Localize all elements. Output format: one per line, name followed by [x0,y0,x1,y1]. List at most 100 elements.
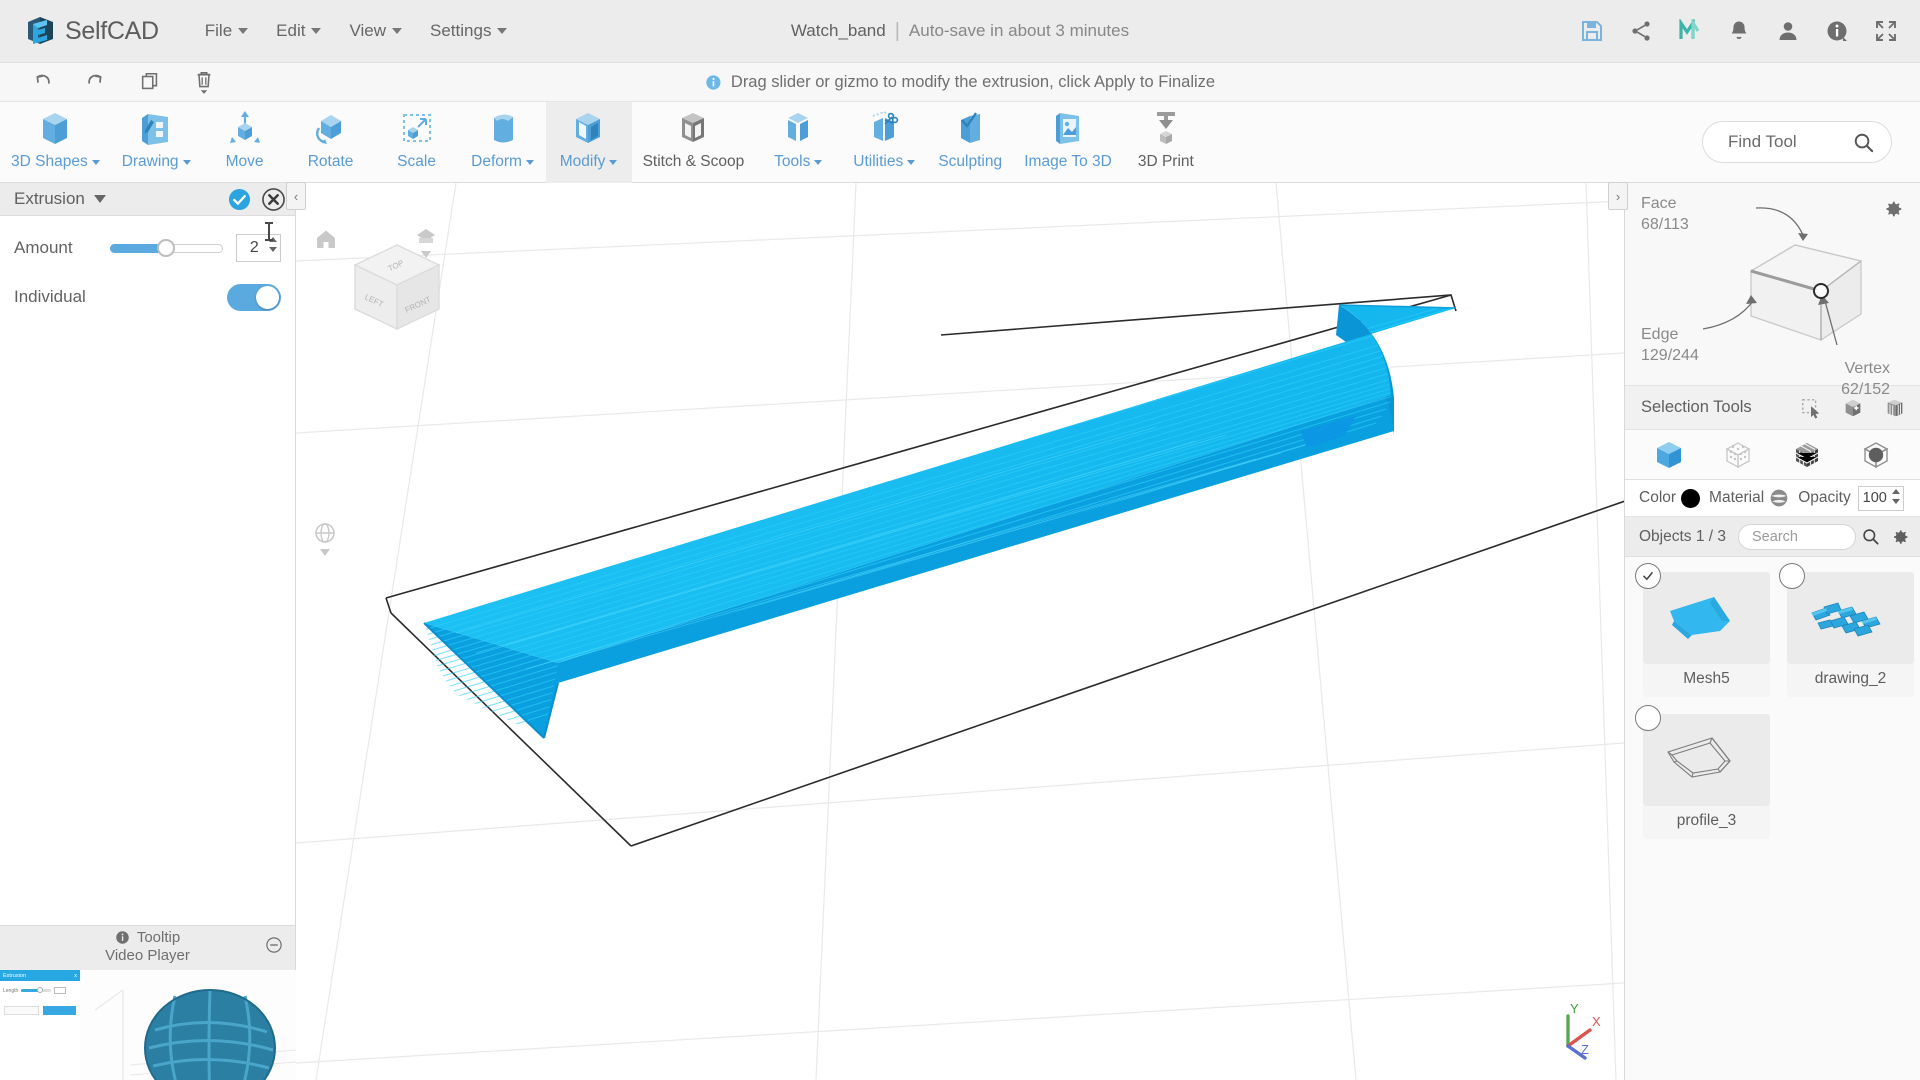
notifications-bell-icon[interactable] [1727,19,1751,43]
tool-sculpting[interactable]: Sculpting [927,102,1013,183]
gear-icon[interactable] [1890,527,1910,547]
color-swatch[interactable] [1681,488,1701,508]
menu-edit[interactable]: Edit [262,15,335,47]
amount-slider[interactable] [109,239,223,257]
tool-3d-print[interactable]: 3D Print [1123,102,1209,183]
menu-view[interactable]: View [335,15,416,47]
selection-mode-bar [1625,430,1920,480]
chevron-down-icon [609,159,618,165]
rectangle-select-icon[interactable] [1800,397,1822,419]
minimize-icon[interactable] [265,936,283,954]
object-name: drawing_2 [1787,664,1914,697]
opacity-input[interactable] [1858,490,1891,506]
tool-move[interactable]: Move [202,102,288,183]
stepper-up-icon[interactable] [1891,488,1900,494]
menu-settings-label: Settings [430,21,492,40]
fullscreen-icon[interactable] [1874,19,1898,43]
video-panel-title: Extrusion [3,972,26,979]
vertex-label: Vertex [1844,360,1890,377]
stepper-down-icon[interactable] [269,247,277,252]
object-card-profile3[interactable]: profile_3 [1635,705,1770,839]
objects-count-label: Objects 1 / 3 [1639,527,1727,545]
tool-modify[interactable]: Modify [545,102,632,183]
chevron-down-icon [497,28,508,34]
tool-label: Modify [560,153,618,171]
3d-viewport[interactable]: TOP LEFT FRONT Y X Z [296,183,1624,1080]
project-title[interactable]: Watch_band [791,21,886,41]
tool-scale[interactable]: Scale [374,102,460,183]
tool-drawing[interactable]: Drawing [111,102,202,183]
video-panel-header: Extrusion x [0,970,80,981]
gear-icon[interactable] [1882,198,1904,220]
video-tool-panel: Extrusion x Length [0,970,80,1080]
delete-button[interactable] [186,67,222,97]
undo-button[interactable] [24,67,60,97]
objects-search-input[interactable] [1752,528,1856,545]
face-mode-icon[interactable] [1791,439,1823,471]
undo-icon [36,74,50,84]
amount-input[interactable] [237,239,272,257]
edge-mode-icon[interactable] [1860,439,1892,471]
save-icon[interactable] [1580,19,1604,43]
stepper-down-icon[interactable] [1891,498,1900,504]
tutorial-video[interactable]: Extrusion x Length [0,970,296,1080]
object-thumbnail [1779,563,1914,664]
object-selected-checkbox[interactable] [1635,563,1661,589]
object-card-drawing2[interactable]: drawing_2 [1779,563,1914,697]
slider-handle[interactable] [156,239,175,257]
face-value: 68/113 [1641,216,1689,233]
find-tool-search[interactable]: Find Tool [1702,121,1892,163]
app-logo[interactable]: SelfCAD [24,14,159,48]
tool-label: Image To 3D [1024,153,1112,171]
axis-label-y: Y [1570,1001,1579,1016]
object-card-mesh5[interactable]: Mesh5 [1635,563,1770,697]
tool-3d-shapes[interactable]: 3D Shapes [0,102,111,183]
collapse-left-panel-handle[interactable]: ‹ [286,182,306,210]
tool-stitch-and-scoop[interactable]: Stitch & Scoop [632,102,756,183]
copy-button[interactable] [132,67,168,97]
tool-rotate[interactable]: Rotate [288,102,374,183]
tool-image-to-3d[interactable]: Image To 3D [1013,102,1123,183]
tool-label: Utilities [853,153,916,171]
object-selected-checkbox[interactable] [1779,563,1805,589]
apply-button[interactable] [228,188,251,211]
share-icon[interactable] [1629,19,1653,43]
amount-stepper[interactable] [236,234,281,262]
menu-file[interactable]: File [191,15,262,47]
home-view-icon[interactable] [314,227,338,251]
video-panel-slider [21,987,52,993]
info-icon[interactable] [1825,19,1849,43]
tool-label: Drawing [122,153,191,171]
user-account-icon[interactable] [1776,19,1800,43]
topology-edge: Edge 129/244 [1641,324,1699,366]
stitch-scoop-icon [673,107,713,151]
tool-sculpting-label: Sculpting [938,153,1003,170]
edge-value: 129/244 [1641,347,1699,364]
camera-view-icon[interactable] [413,225,439,265]
material-sphere-icon[interactable] [1769,488,1789,508]
opacity-stepper[interactable] [1857,485,1904,511]
selection-tools-label: Selection Tools [1641,398,1752,416]
tool-utilities[interactable]: Utilities [841,102,927,183]
vertex-mode-icon[interactable] [1722,439,1754,471]
opacity-stepper-arrows[interactable] [1891,488,1900,504]
tool-label: 3D Print [1138,153,1194,171]
object-selected-checkbox[interactable] [1635,705,1661,731]
menu-settings[interactable]: Settings [416,15,521,47]
objects-search[interactable] [1738,523,1857,550]
collapse-right-panel-handle[interactable]: › [1608,182,1628,210]
search-icon[interactable] [1861,527,1880,546]
magic-m-icon[interactable] [1678,19,1702,43]
object-mode-icon[interactable] [1653,439,1685,471]
tool-tools[interactable]: Tools [755,102,841,183]
tool-deform[interactable]: Deform [460,102,546,183]
info-icon [116,931,129,944]
axis-label-x: X [1592,1014,1601,1029]
orbit-view-icon[interactable] [312,521,338,561]
cancel-button[interactable] [262,187,285,211]
history-toolbar: Drag slider or gizmo to modify the extru… [0,63,1920,102]
chevron-down-icon [91,159,100,165]
chevron-down-icon[interactable] [93,195,106,203]
redo-button[interactable] [78,67,114,97]
individual-toggle[interactable] [227,283,281,311]
